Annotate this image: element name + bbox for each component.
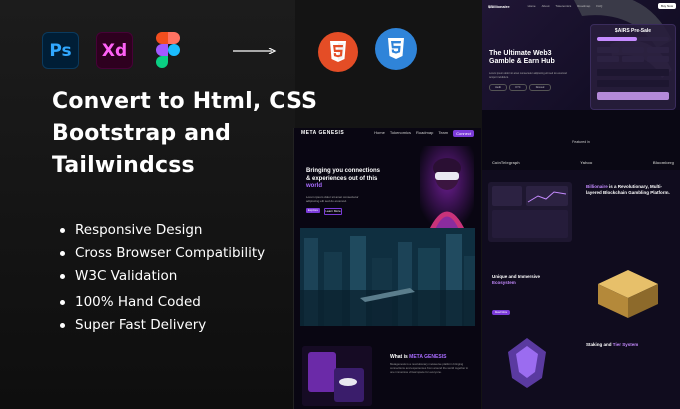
web3-platform-section: Billionaire is a Revolutionary, Multi-la… xyxy=(482,170,680,260)
crystal-image xyxy=(508,338,546,388)
feature-item: 100% Hand Coded xyxy=(60,291,265,314)
feature-item: Cross Browser Compatibility xyxy=(60,242,265,265)
mockup-hero-subtitle: Lorem ipsum dolor sit amet consectetur a… xyxy=(306,195,359,203)
mockup-learn-more-button: Learn More xyxy=(324,208,342,215)
web3-mockup: $Billionaire Home About Tokenomics Roadm… xyxy=(482,0,680,409)
figma-icon xyxy=(156,32,180,68)
mockup-navbar: META GENESIS Home Tokenomics Roadmap Tea… xyxy=(294,128,481,138)
mockup-hero: Bringing you connections & experiences o… xyxy=(294,138,481,234)
web3-hero: $Billionaire Home About Tokenomics Roadm… xyxy=(482,0,680,110)
staking-title: Staking and Tier System xyxy=(586,342,639,347)
featured-in-section: Featured in CoinTelegraph Yahoo Bloomber… xyxy=(482,110,680,170)
web3-hero-title: The Ultimate Web3 Gamble & Earn Hub xyxy=(489,50,555,65)
ecosystem-read-more-button: Read More xyxy=(492,310,510,315)
featured-title: Featured in xyxy=(572,140,590,144)
mockup-explore-button: Explore xyxy=(306,208,320,213)
feature-item: W3C Validation xyxy=(60,265,265,288)
css3-shield xyxy=(388,38,404,59)
mockup-nav-link: Tokenomics xyxy=(389,129,411,135)
mockup-about-section: What is META GENESIS Metagenesis is a re… xyxy=(300,340,475,409)
web3-nav-links: Home About Tokenomics Roadmap FAQ xyxy=(527,4,603,8)
html5-icon xyxy=(318,32,358,72)
web3-chip: Doxxed xyxy=(529,84,551,91)
arrow-right-icon xyxy=(233,48,277,54)
photoshop-icon: Ps xyxy=(42,32,79,69)
mockup-nav-link: Home xyxy=(374,129,385,135)
headline-line: Tailwindcss xyxy=(52,153,195,178)
cityscape-image xyxy=(300,228,475,326)
mockup-logo: META GENESIS xyxy=(301,130,345,136)
web3-staking-section: Staking and Tier System xyxy=(482,330,680,409)
web3-navbar: $Billionaire Home About Tokenomics Roadm… xyxy=(488,2,676,10)
headline-line: Convert to Html, CSS xyxy=(52,89,318,114)
isometric-blocks-image xyxy=(598,270,658,318)
web3-hero-subtitle: Lorem ipsum dolor sit amet consectetur a… xyxy=(489,72,567,79)
presale-widget: $AIRS Pre-Sale xyxy=(590,24,676,110)
css3-icon xyxy=(375,28,417,70)
presale-title: $AIRS Pre-Sale xyxy=(614,28,652,34)
web3-ecosystem-section: Unique and Immersive Ecosystem Read More xyxy=(482,260,680,330)
adobe-xd-icon: Xd xyxy=(96,32,133,69)
html5-shield xyxy=(330,41,346,62)
mockup-nav-links: Home Tokenomics Roadmap Team Connect xyxy=(374,129,474,137)
web3-chip: KYC xyxy=(509,84,527,91)
mockup-about-text: Metagenesis is a revolutionary metaverse… xyxy=(390,362,469,374)
mockup-nav-link: Roadmap xyxy=(415,129,434,135)
feature-item: Super Fast Delivery xyxy=(60,314,265,337)
vr-person-image xyxy=(420,146,474,232)
about-image xyxy=(302,346,372,406)
headline-line: Bootstrap and xyxy=(52,121,232,146)
web3-buy-button: Buy Now xyxy=(657,3,676,9)
web3-chip: Audit xyxy=(489,84,507,91)
mockup-nav-link: Team xyxy=(438,129,449,135)
feature-list: Responsive Design Cross Browser Compatib… xyxy=(60,219,265,337)
presale-form-graphic xyxy=(597,37,669,100)
dashboard-image xyxy=(488,182,572,242)
mockup-about-title: What is META GENESIS xyxy=(390,354,447,360)
mockup-hero-title: Bringing you connections & experiences o… xyxy=(306,168,381,189)
web3-logo: $Billionaire xyxy=(488,3,510,9)
metagenesis-mockup: META GENESIS Home Tokenomics Roadmap Tea… xyxy=(293,128,481,409)
ecosystem-title: Unique and Immersive Ecosystem xyxy=(492,274,541,285)
featured-logos: CoinTelegraph Yahoo Bloomberg xyxy=(492,160,674,165)
feature-item: Responsive Design xyxy=(60,219,265,242)
headline: Convert to Html, CSS Bootstrap and Tailw… xyxy=(52,86,322,182)
mockup-connect-button: Connect xyxy=(453,129,474,137)
platform-title: Billionaire is a Revolutionary, Multi-la… xyxy=(586,184,670,195)
